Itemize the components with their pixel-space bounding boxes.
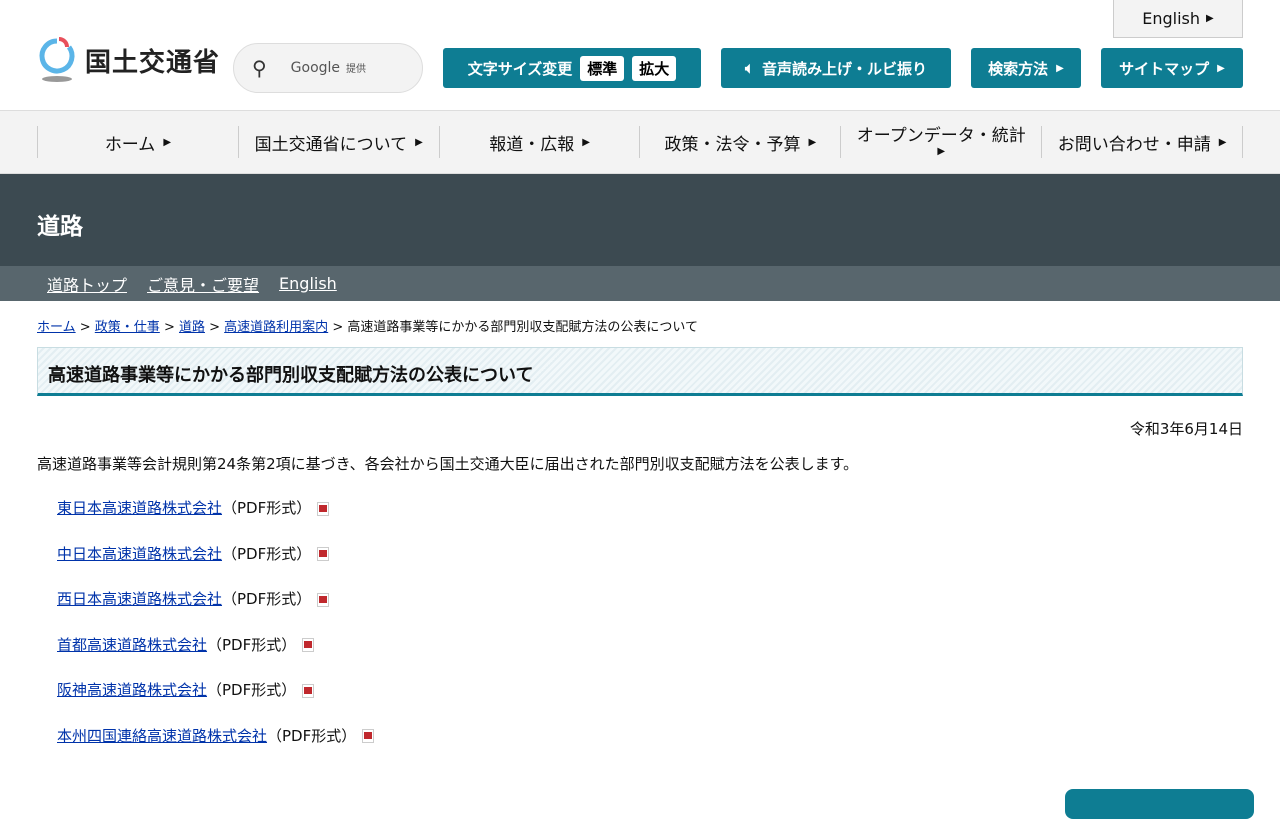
subnav-road-top[interactable]: 道路トップ: [47, 272, 127, 296]
pdf-icon: [362, 729, 375, 743]
speaker-icon: 🔈︎: [744, 59, 754, 77]
nav-press[interactable]: 報道・広報 ▶: [438, 126, 640, 158]
logo[interactable]: 国土交通省: [37, 37, 220, 83]
global-nav: ホーム ▶ 国土交通省について ▶ 報道・広報 ▶ 政策・法令・予算 ▶ オープンデータ…: [0, 111, 1280, 174]
triangle-right-icon: ▶: [1206, 13, 1214, 24]
list-item: 首都高速道路株式会社（PDF形式）: [57, 634, 374, 680]
search-icon[interactable]: ⚲: [252, 56, 267, 80]
breadcrumb-road[interactable]: 道路: [179, 320, 205, 335]
nav-contact[interactable]: お問い合わせ・申請 ▶: [1041, 126, 1243, 158]
floating-button[interactable]: [1065, 789, 1254, 819]
intro-text: 高速道路事業等会計規則第24条第2項に基づき、各会社から国土交通大臣に届出された…: [37, 455, 859, 473]
nav-policy[interactable]: 政策・法令・予算 ▶: [639, 126, 840, 158]
pdf-link[interactable]: 本州四国連絡高速道路株式会社: [57, 727, 267, 745]
section-banner: 道路: [0, 174, 1280, 266]
font-size-control: 文字サイズ変更 標準 拡大: [443, 48, 701, 88]
nav-home[interactable]: ホーム ▶: [37, 126, 238, 158]
pdf-link[interactable]: 東日本高速道路株式会社: [57, 499, 222, 517]
publish-date: 令和3年6月14日: [1129, 420, 1243, 438]
pdf-icon: [317, 547, 330, 561]
pdf-link-list: 東日本高速道路株式会社（PDF形式） 中日本高速道路株式会社（PDF形式） 西日…: [57, 497, 375, 771]
pdf-icon: [317, 501, 330, 516]
search-input[interactable]: ⚲ Google 提供: [233, 43, 423, 93]
pdf-link[interactable]: 西日本高速道路株式会社: [57, 590, 222, 608]
font-standard-button[interactable]: 標準: [580, 55, 625, 81]
pdf-icon: [302, 683, 315, 698]
subnav-feedback[interactable]: ご意見・ご要望: [147, 272, 259, 296]
list-item: 西日本高速道路株式会社（PDF形式）: [57, 588, 374, 634]
nav-opendata[interactable]: オープンデータ・統計 ▶: [840, 126, 1041, 158]
mlit-logo-icon: [39, 37, 75, 82]
english-button[interactable]: English ▶: [1113, 0, 1243, 38]
pdf-link[interactable]: 中日本高速道路株式会社: [57, 545, 222, 563]
header: English ▶ 国土交通省 ⚲ Google 提供 文字サイズ変更 標準 拡大 …: [0, 0, 1280, 111]
pdf-icon: [302, 638, 315, 652]
speech-button[interactable]: 🔈︎ 音声読み上げ・ルビ振り: [721, 48, 951, 88]
list-item: 本州四国連絡高速道路株式会社（PDF形式）: [57, 725, 375, 771]
nav-about[interactable]: 国土交通省について ▶: [237, 126, 439, 158]
subnav-english[interactable]: English: [279, 274, 337, 293]
section-subnav: 道路トップ ご意見・ご要望 English: [0, 266, 1280, 301]
list-item: 中日本高速道路株式会社（PDF形式）: [57, 543, 374, 589]
list-item: 阪神高速道路株式会社（PDF形式）: [57, 679, 374, 725]
breadcrumb-current: 高速道路事業等にかかる部門別収支配賦方法の公表について: [347, 320, 698, 335]
breadcrumb-expressway[interactable]: 高速道路利用案内: [224, 320, 328, 335]
sitemap-button[interactable]: サイトマップ ▶: [1101, 48, 1243, 88]
font-large-button[interactable]: 拡大: [632, 55, 677, 81]
page-title: 高速道路事業等にかかる部門別収支配賦方法の公表について: [37, 347, 1243, 396]
breadcrumb: ホーム > 政策・仕事 > 道路 > 高速道路利用案内 > 高速道路事業等にかか…: [37, 320, 698, 335]
breadcrumb-home[interactable]: ホーム: [37, 320, 76, 335]
pdf-icon: [317, 592, 330, 607]
list-item: 東日本高速道路株式会社（PDF形式）: [57, 497, 374, 543]
breadcrumb-policy[interactable]: 政策・仕事: [95, 320, 160, 335]
pdf-link[interactable]: 首都高速道路株式会社: [57, 636, 207, 654]
search-method-button[interactable]: 検索方法 ▶: [971, 48, 1081, 88]
pdf-link[interactable]: 阪神高速道路株式会社: [57, 681, 207, 699]
